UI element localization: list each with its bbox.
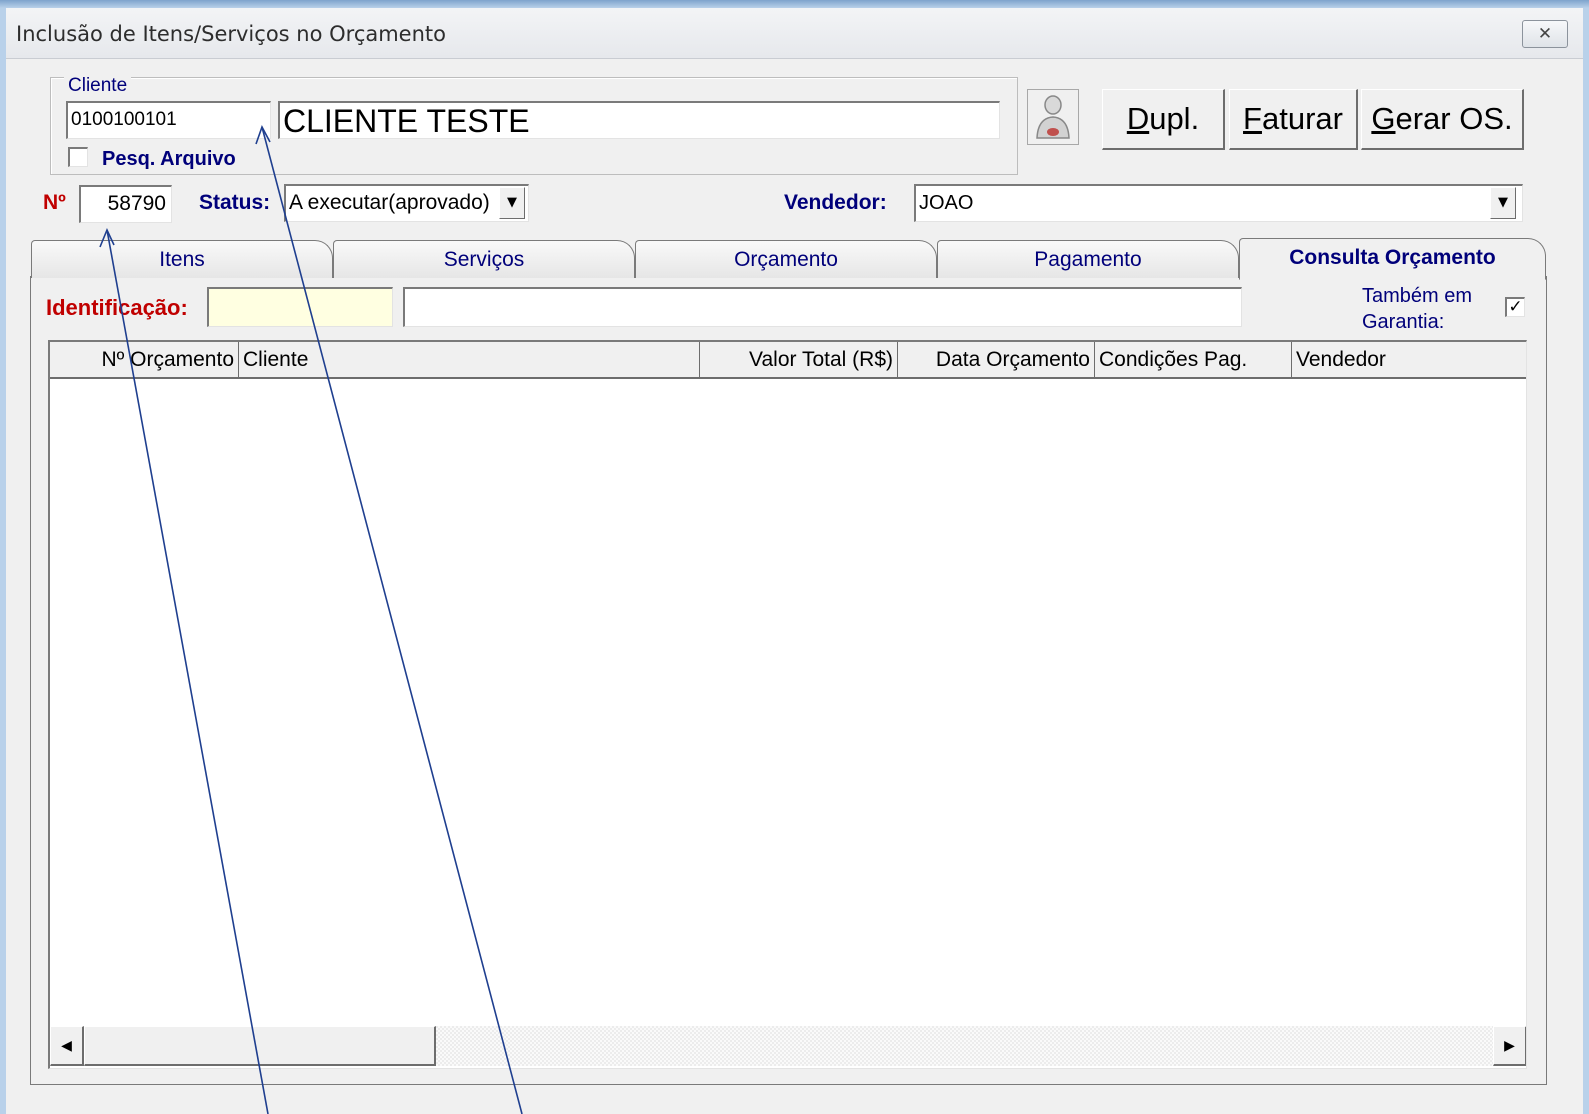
cliente-code-input[interactable]: 0100100101 — [66, 101, 271, 139]
window-top-border — [0, 0, 1589, 8]
status-select[interactable]: A executar(aprovado) — [284, 184, 529, 222]
column-header-data-orcamento[interactable]: Data Orçamento — [898, 342, 1095, 377]
cliente-name-input[interactable]: CLIENTE TESTE — [278, 101, 1000, 139]
pesq-arquivo-label[interactable]: Pesq. Arquivo — [102, 148, 236, 171]
faturar-label: aturar — [1261, 101, 1343, 136]
tab-orcamento-label: Orçamento — [734, 248, 838, 271]
identificacao-input[interactable] — [207, 287, 393, 327]
tab-servicos-label: Serviços — [443, 248, 525, 271]
column-header-condicoes-pag[interactable]: Condições Pag. — [1095, 342, 1292, 377]
vendedor-select[interactable]: JOAO — [914, 184, 1523, 222]
chevron-down-icon: ▼ — [1498, 195, 1508, 210]
vendedor-select-value: JOAO — [919, 192, 974, 214]
search-input[interactable] — [403, 287, 1242, 327]
tambem-garantia-label-line2: Garantia: — [1362, 311, 1445, 333]
pesq-arquivo-checkbox[interactable] — [68, 147, 88, 167]
numero-label: Nº — [43, 191, 66, 214]
faturar-accel: F — [1243, 101, 1262, 136]
column-header-valor-total[interactable]: Valor Total (R$) — [700, 342, 898, 377]
tab-pagamento[interactable]: Pagamento — [937, 240, 1239, 278]
chevron-down-icon: ▼ — [507, 195, 517, 210]
arrow-right-icon: ▶ — [1504, 1038, 1515, 1054]
scroll-right-button[interactable]: ▶ — [1493, 1026, 1526, 1066]
tab-itens-label: Itens — [159, 248, 205, 271]
dupl-accel: D — [1126, 101, 1150, 136]
tab-pagamento-label: Pagamento — [1034, 248, 1142, 271]
title-bar: Inclusão de Itens/Serviços no Orçamento … — [6, 8, 1583, 59]
status-select-value: A executar(aprovado) — [289, 191, 490, 214]
dupl-label: upl. — [1149, 101, 1200, 136]
dupl-button[interactable]: Dupl. — [1102, 89, 1225, 150]
tab-consulta-orcamento-label: Consulta Orçamento — [1289, 246, 1496, 269]
tab-orcamento[interactable]: Orçamento — [635, 240, 937, 278]
horizontal-scrollbar[interactable]: ◀ ▶ — [50, 1026, 1526, 1066]
cliente-legend: Cliente — [64, 75, 132, 97]
close-button[interactable]: ✕ — [1522, 20, 1568, 48]
column-header-cliente[interactable]: Cliente — [239, 342, 700, 377]
cliente-lookup-button[interactable] — [1027, 89, 1079, 145]
scroll-left-button[interactable]: ◀ — [50, 1026, 84, 1066]
column-header-vendedor[interactable]: Vendedor — [1292, 342, 1526, 377]
gerar-os-button[interactable]: Gerar OS. — [1361, 89, 1524, 150]
person-icon — [1036, 95, 1070, 139]
tab-servicos[interactable]: Serviços — [333, 240, 635, 278]
orcamentos-grid[interactable]: Nº Orçamento Cliente Valor Total (R$) Da… — [48, 340, 1527, 1069]
status-label: Status: — [199, 191, 271, 214]
column-header-numero-orcamento[interactable]: Nº Orçamento — [50, 342, 239, 377]
gerar-os-accel: G — [1371, 101, 1396, 136]
check-icon: ✓ — [1508, 297, 1523, 317]
tab-consulta-orcamento[interactable]: Consulta Orçamento — [1239, 238, 1546, 280]
numero-input[interactable]: 58790 — [79, 185, 172, 223]
identificacao-label: Identificação: — [46, 295, 188, 320]
scroll-thumb[interactable] — [84, 1026, 436, 1066]
vendedor-dropdown-button[interactable]: ▼ — [1490, 187, 1516, 219]
grid-header: Nº Orçamento Cliente Valor Total (R$) Da… — [50, 342, 1526, 379]
close-icon: ✕ — [1537, 24, 1553, 44]
window-title: Inclusão de Itens/Serviços no Orçamento — [16, 22, 446, 46]
faturar-button[interactable]: Faturar — [1229, 89, 1358, 150]
vendedor-label: Vendedor: — [784, 191, 887, 214]
tambem-garantia-checkbox[interactable]: ✓ — [1505, 297, 1525, 317]
tab-itens[interactable]: Itens — [31, 240, 333, 278]
arrow-left-icon: ◀ — [61, 1038, 72, 1054]
tambem-garantia-label-line1: Também em — [1362, 285, 1473, 307]
status-dropdown-button[interactable]: ▼ — [499, 187, 525, 219]
gerar-os-label: erar OS. — [1395, 101, 1513, 136]
